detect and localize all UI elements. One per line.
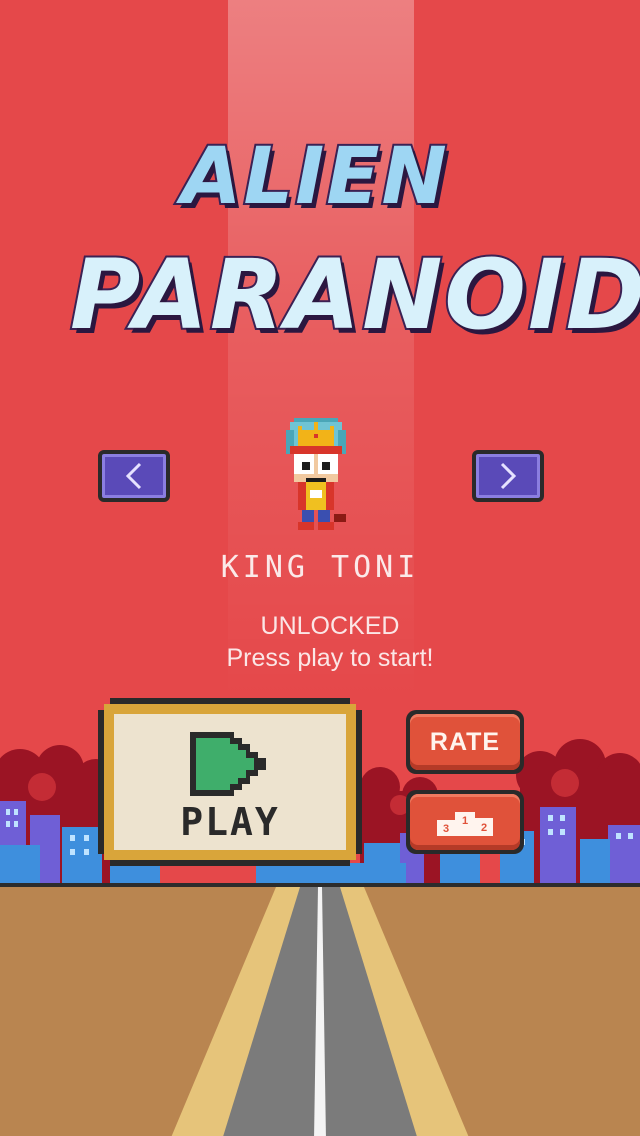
leaderboard-button-face: 3 1 2 xyxy=(410,794,520,850)
podium-icon: 3 1 2 xyxy=(437,812,493,836)
road xyxy=(171,887,469,1136)
rate-button[interactable]: RATE xyxy=(406,710,524,774)
rate-button-face: RATE xyxy=(410,714,520,770)
unlock-status: UNLOCKED xyxy=(260,612,400,640)
previous-character-button[interactable] xyxy=(98,450,170,502)
ground xyxy=(0,883,640,1136)
play-triangle-icon xyxy=(190,732,266,796)
play-label: PLAY xyxy=(180,800,280,844)
rate-label: RATE xyxy=(429,727,501,756)
chevron-right-icon xyxy=(500,462,517,490)
podium-third-place: 3 xyxy=(443,823,449,835)
game-title-line-2: PARANOID xyxy=(68,238,640,352)
character-name: KING TONI xyxy=(220,550,420,585)
leaderboard-button[interactable]: 3 1 2 xyxy=(406,790,524,854)
chevron-left-icon xyxy=(125,462,142,490)
start-hint: Press play to start! xyxy=(226,644,434,672)
podium-second-place: 2 xyxy=(481,822,487,834)
game-title-line-1: ALIEN xyxy=(179,130,449,224)
next-character-button[interactable] xyxy=(472,450,544,502)
podium-first-place: 1 xyxy=(462,815,468,827)
play-button[interactable]: PLAY xyxy=(98,698,362,866)
main-menu-screen: ALIEN PARANOID KING TONI UNLOCKED Press … xyxy=(0,0,640,1136)
character-sprite xyxy=(286,418,346,530)
